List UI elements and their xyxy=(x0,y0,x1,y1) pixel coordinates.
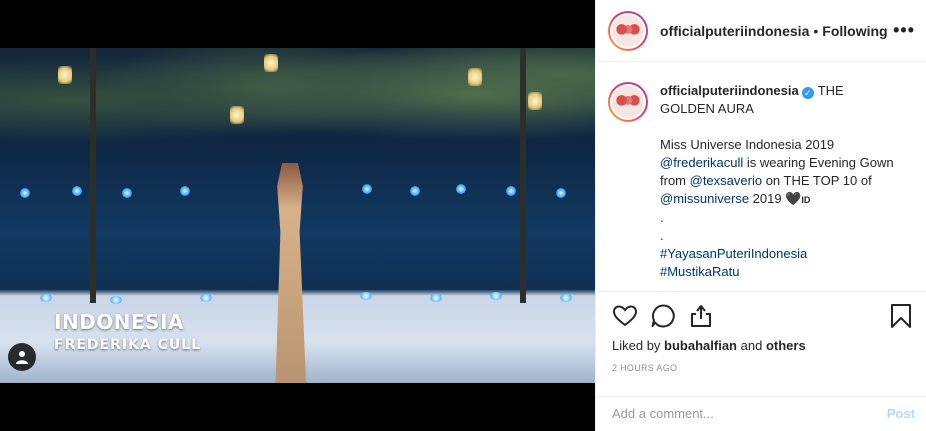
blue-light xyxy=(122,188,132,198)
bookmark-icon[interactable] xyxy=(888,303,914,329)
caption-dot: . xyxy=(660,210,664,225)
comment-icon[interactable] xyxy=(650,303,676,329)
more-icon[interactable]: ••• xyxy=(893,20,915,41)
likes-and: and xyxy=(740,338,763,353)
blue-light xyxy=(72,186,82,196)
blue-light xyxy=(20,188,30,198)
lower-third-caption: INDONESIA FREDERIKA CULL xyxy=(54,310,201,353)
likes-summary: Liked by bubahalfian and others xyxy=(612,338,806,353)
post-media[interactable]: INDONESIA FREDERIKA CULL xyxy=(0,0,595,431)
blue-light xyxy=(362,184,372,194)
post-comment-button[interactable]: Post xyxy=(887,406,915,421)
lamp-light xyxy=(528,92,542,110)
header-separator: • xyxy=(813,22,819,39)
likes-others-link[interactable]: others xyxy=(766,338,806,353)
mention-link[interactable]: @missuniverse xyxy=(660,191,749,206)
caption-username[interactable]: officialputeriindonesia xyxy=(660,83,799,98)
share-icon[interactable] xyxy=(688,303,714,329)
header-username[interactable]: officialputeriindonesia xyxy=(660,23,809,39)
contestant-figure xyxy=(262,163,318,383)
lamp-pole xyxy=(520,48,526,303)
lamp-light xyxy=(230,106,244,124)
mention-link[interactable]: @frederikacull xyxy=(660,155,743,170)
blue-light xyxy=(506,186,516,196)
video-frame[interactable]: INDONESIA FREDERIKA CULL xyxy=(0,48,595,383)
stage-light xyxy=(40,294,52,302)
user-tag-button[interactable] xyxy=(8,343,36,371)
stage-light xyxy=(560,294,572,302)
divider xyxy=(596,291,926,292)
blue-light xyxy=(556,188,566,198)
hashtag-link[interactable]: #MustikaRatu xyxy=(660,263,900,281)
likes-prefix: Liked by xyxy=(612,338,661,353)
avatar-image xyxy=(612,86,644,118)
action-bar xyxy=(612,303,912,329)
comment-bar: Post xyxy=(596,396,926,431)
lamp-light xyxy=(468,68,482,86)
caption-text: officialputeriindonesia ✓ THE GOLDEN AURA … xyxy=(660,82,900,281)
post-sidebar: officialputeriindonesia • Following ••• … xyxy=(595,0,926,431)
mention-link[interactable]: @texsaverio xyxy=(690,173,762,188)
liker-username[interactable]: bubahalfian xyxy=(664,338,737,353)
blue-light xyxy=(180,186,190,196)
country-label: INDONESIA xyxy=(54,310,185,334)
following-button[interactable]: Following xyxy=(822,23,887,39)
caption-avatar[interactable] xyxy=(608,82,648,122)
stage-light xyxy=(110,296,122,304)
stage-light xyxy=(490,292,502,300)
contestant-name: FREDERIKA CULL xyxy=(54,337,202,353)
post-header: officialputeriindonesia • Following ••• xyxy=(596,0,926,62)
comment-input[interactable] xyxy=(612,406,852,421)
lamp-light xyxy=(264,54,278,72)
hashtag-link[interactable]: #YayasanPuteriIndonesia xyxy=(660,245,900,263)
flag-emoji: ID xyxy=(801,195,811,205)
heart-icon[interactable] xyxy=(612,303,638,329)
blue-light xyxy=(456,184,466,194)
stage-light xyxy=(200,294,212,302)
caption-dot: . xyxy=(660,228,664,243)
verified-icon: ✓ xyxy=(801,87,814,99)
caption-line: Miss Universe Indonesia 2019 xyxy=(660,137,835,152)
post-timestamp[interactable]: 2 HOURS AGO xyxy=(612,363,677,373)
lamp-light xyxy=(58,66,72,84)
avatar-image xyxy=(612,14,644,47)
stage-light xyxy=(360,292,372,300)
stage-light xyxy=(430,294,442,302)
post-caption: officialputeriindonesia ✓ THE GOLDEN AURA … xyxy=(608,82,913,281)
user-tag-icon xyxy=(16,351,28,364)
lamp-pole xyxy=(90,48,96,303)
caption-text-segment: on THE TOP 10 of xyxy=(762,173,872,188)
blue-light xyxy=(410,186,420,196)
avatar[interactable] xyxy=(608,10,648,51)
caption-text-segment: 2019 🖤 xyxy=(749,191,802,206)
